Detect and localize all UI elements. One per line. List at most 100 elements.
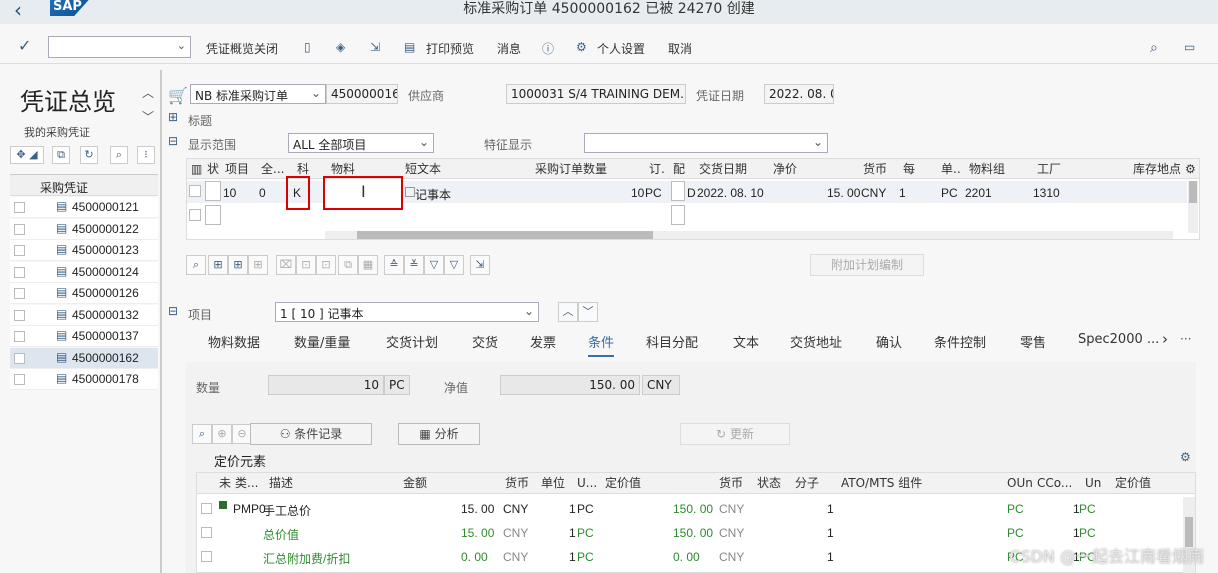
row-checkbox[interactable] — [14, 266, 25, 278]
col-unit[interactable]: 订. — [649, 159, 665, 179]
list-item[interactable]: ▤ 4500000121 — [10, 197, 158, 218]
list-item[interactable]: ▤ 4500000178 — [10, 369, 158, 390]
vendor-field[interactable]: 1000031 S/4 TRAINING DEM... — [506, 84, 686, 104]
glasses-icon[interactable]: ◈ — [336, 40, 345, 54]
item-select[interactable]: 1 [ 10 ] 记事本 ⌄ — [275, 302, 539, 322]
row-checkbox[interactable] — [14, 245, 25, 256]
lock-icon[interactable]: ⊡ — [296, 255, 316, 275]
print-icon[interactable]: ▤ — [404, 40, 415, 54]
pricing-col-header[interactable]: 定价值 — [605, 473, 641, 493]
sort-desc-icon[interactable]: ≚ — [404, 255, 424, 275]
col-short-text[interactable]: 短文本 — [405, 159, 441, 179]
row-checkbox[interactable] — [14, 352, 25, 364]
print-preview-button[interactable]: 打印预览 — [426, 40, 474, 57]
info-icon[interactable]: ⓘ — [542, 40, 554, 57]
expand-icon[interactable]: ✥ ◢ — [10, 146, 44, 164]
col-po-qty[interactable]: 采购订单数量 — [535, 159, 607, 179]
search-icon[interactable]: ⌕ — [110, 146, 128, 164]
delete-icon[interactable]: ⌧ — [276, 255, 296, 275]
sort-asc-icon[interactable]: ≙ — [384, 255, 404, 275]
expand-header-icon[interactable]: ⊞ — [168, 110, 178, 124]
list-item[interactable]: ▤ 4500000122 — [10, 218, 158, 240]
doc-date-field[interactable]: 2022. 08. 05 — [764, 84, 834, 104]
row-checkbox[interactable] — [14, 288, 25, 299]
command-field[interactable]: ⌄ — [48, 36, 191, 58]
messages-button[interactable]: 消息 — [497, 40, 521, 57]
pricing-col-header[interactable]: U... — [577, 473, 597, 493]
config-cell[interactable] — [671, 181, 685, 201]
export-icon[interactable]: ⇲ — [470, 255, 490, 275]
status-cell[interactable] — [205, 205, 221, 225]
col-delivery-date[interactable]: 交货日期 — [699, 159, 747, 179]
tab-item[interactable]: 发票 — [530, 332, 556, 351]
tab-item[interactable]: 交货计划 — [386, 332, 438, 351]
col-material-group[interactable]: 物料组 — [969, 159, 1005, 179]
header-title-label[interactable]: 标题 — [188, 112, 212, 129]
export-icon[interactable]: ⇲ — [370, 40, 380, 54]
pricing-col-header[interactable]: 金额 — [403, 473, 427, 493]
col-item[interactable]: 项目 — [225, 159, 249, 179]
po-number[interactable]: 4500000126 — [72, 286, 139, 300]
copy-icon[interactable]: ⧉ — [52, 146, 70, 164]
unlock-icon[interactable]: ⊡ — [316, 255, 336, 275]
grid-icon-3[interactable]: ⊞ — [248, 255, 268, 275]
pricing-col-header[interactable]: 描述 — [269, 473, 293, 493]
table-settings-icon[interactable]: ▥ — [191, 159, 202, 179]
grid-icon-2[interactable]: ⊞ — [228, 255, 248, 275]
pricing-col-header[interactable]: 未 — [219, 473, 231, 493]
window-icon[interactable]: ▭ — [1184, 40, 1195, 54]
copy-icon[interactable]: ⧉ — [338, 255, 358, 275]
menu-icon[interactable]: ⁝ — [137, 146, 155, 164]
list-item[interactable]: ▤ 4500000123 — [10, 240, 158, 261]
table-icon[interactable]: ▦ — [358, 255, 378, 275]
list-item[interactable]: ▤ 4500000124 — [10, 261, 158, 283]
col-storage-location[interactable]: 库存地点 — [1133, 159, 1181, 179]
doc-type-select[interactable]: NB 标准采购订单 ⌄ — [190, 84, 326, 104]
gear-icon[interactable]: ⚙ — [1185, 159, 1196, 179]
collapse-item-icon[interactable]: ⊟ — [168, 304, 178, 318]
table-row[interactable]: 总价值 15. 00 CNY 1 PC 150. 00 CNY 1 PC 1 PC — [197, 521, 1195, 545]
row-checkbox[interactable] — [201, 503, 212, 514]
vertical-scrollbar[interactable] — [1188, 181, 1198, 233]
tab-item[interactable]: 零售 — [1020, 332, 1046, 351]
tab-item[interactable]: 条件 — [588, 332, 615, 357]
chevron-up-icon[interactable]: ︿ — [558, 302, 578, 322]
pricing-col-header[interactable]: 分子 — [795, 473, 819, 493]
collapse-items-icon[interactable]: ⊟ — [168, 134, 178, 148]
additional-planning-button[interactable]: 附加计划编制 — [810, 254, 924, 276]
row-checkbox[interactable] — [14, 202, 25, 213]
tab-item[interactable]: 确认 — [876, 332, 902, 351]
list-item[interactable]: ▤ 4500000132 — [10, 304, 158, 326]
filter-clear-icon[interactable]: ▽ — [444, 255, 464, 275]
tab-item[interactable]: 文本 — [733, 332, 759, 351]
list-item[interactable]: ▤ 4500000137 — [10, 326, 158, 347]
col-order-unit[interactable]: 单.. — [941, 159, 961, 179]
status-cell[interactable] — [205, 181, 221, 201]
close-overview-button[interactable]: 凭证概览关闭 — [206, 40, 278, 57]
tab-item[interactable]: 条件控制 — [934, 332, 986, 351]
add-icon[interactable]: ⊕ — [212, 424, 232, 444]
col-config[interactable]: 配 — [673, 159, 685, 179]
pricing-col-header[interactable]: 货币 — [719, 473, 743, 493]
remove-icon[interactable]: ⊖ — [232, 424, 252, 444]
row-checkbox[interactable] — [201, 527, 212, 538]
condition-record-button[interactable]: ⚇ 条件记录 — [250, 423, 372, 445]
analysis-button[interactable]: ▦ 分析 — [398, 423, 480, 445]
search-icon[interactable]: ⌕ — [1150, 40, 1158, 56]
scrollbar-thumb[interactable] — [357, 231, 653, 239]
horizontal-scrollbar[interactable] — [325, 231, 1173, 239]
chevron-right-icon[interactable]: › — [1162, 330, 1168, 348]
tab-item[interactable]: 交货 — [472, 332, 498, 351]
po-number[interactable]: 4500000121 — [72, 200, 139, 214]
pricing-col-header[interactable]: 定价值 — [1115, 473, 1151, 493]
col-currency[interactable]: 货币 — [863, 159, 887, 179]
refresh-icon[interactable]: ↻ — [80, 146, 98, 164]
cancel-button[interactable]: 取消 — [668, 40, 692, 57]
row-checkbox[interactable] — [14, 309, 25, 321]
col-plant[interactable]: 工厂 — [1037, 159, 1061, 179]
tab-item[interactable]: 数量/重量 — [294, 332, 350, 351]
config-cell[interactable] — [671, 205, 685, 225]
po-number[interactable]: 4500000124 — [72, 265, 139, 279]
display-range-select[interactable]: ALL 全部项目 ⌄ — [288, 133, 434, 153]
col-per[interactable]: 每 — [903, 159, 915, 179]
